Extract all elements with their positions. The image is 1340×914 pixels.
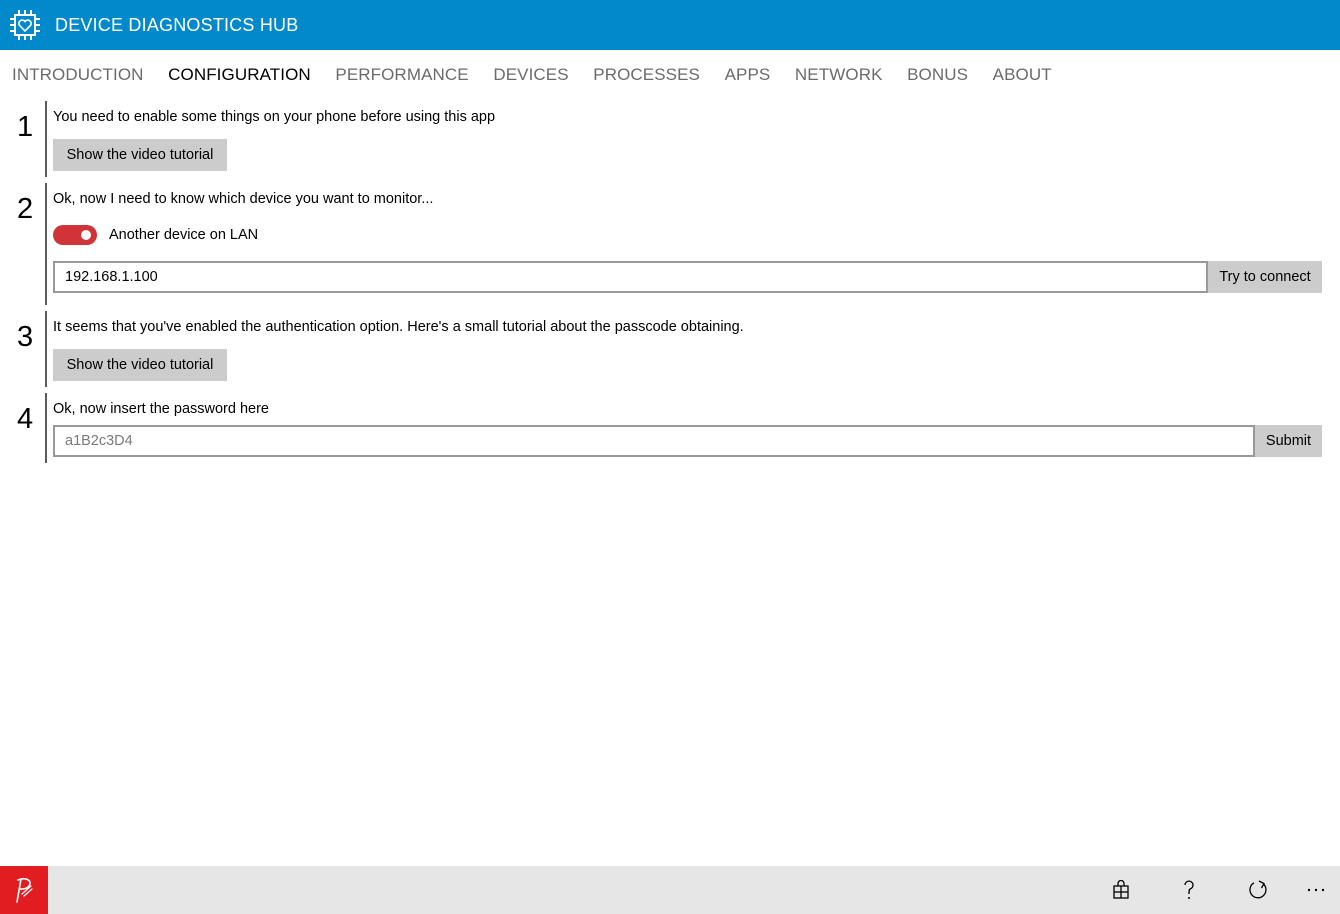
toggle-label: Another device on LAN (109, 227, 259, 243)
lan-device-toggle[interactable] (53, 225, 97, 245)
step-divider (45, 101, 47, 177)
tab-apps[interactable]: APPS (725, 65, 771, 85)
step-divider (45, 393, 47, 463)
step-instruction: Ok, now I need to know which device you … (53, 191, 434, 207)
step-number: 2 (17, 193, 34, 225)
step-4: 4 Ok, now insert the password here a1B2c… (0, 393, 1340, 463)
brand-logo-icon (0, 866, 48, 914)
step-instruction: Ok, now insert the password here (53, 401, 269, 417)
toggle-knob (81, 230, 91, 240)
submit-button[interactable]: Submit (1255, 425, 1322, 457)
tab-bonus[interactable]: BONUS (907, 65, 968, 85)
tab-about[interactable]: ABOUT (993, 65, 1052, 85)
app-title: DEVICE DIAGNOSTICS HUB (55, 14, 299, 35)
ip-address-value: 192.168.1.100 (65, 269, 158, 285)
ip-address-input[interactable]: 192.168.1.100 (53, 261, 1208, 293)
main-nav: INTRODUCTION CONFIGURATION PERFORMANCE D… (0, 50, 1340, 100)
step-number: 4 (17, 403, 34, 435)
chip-heart-icon (8, 8, 42, 42)
step-number: 1 (17, 111, 34, 143)
step-1: 1 You need to enable some things on your… (0, 101, 1340, 177)
step-divider (45, 311, 47, 387)
step-3: 3 It seems that you've enabled the authe… (0, 311, 1340, 387)
step-instruction: It seems that you've enabled the authent… (53, 319, 744, 335)
title-bar: DEVICE DIAGNOSTICS HUB (0, 0, 1340, 50)
tab-devices[interactable]: DEVICES (493, 65, 568, 85)
show-video-tutorial-button[interactable]: Show the video tutorial (53, 139, 227, 171)
help-icon[interactable] (1165, 866, 1213, 914)
refresh-icon[interactable] (1234, 866, 1282, 914)
store-icon[interactable] (1097, 866, 1145, 914)
try-to-connect-button[interactable]: Try to connect (1208, 261, 1322, 293)
password-placeholder: a1B2c3D4 (65, 433, 133, 449)
password-input[interactable]: a1B2c3D4 (53, 425, 1255, 457)
tab-performance[interactable]: PERFORMANCE (335, 65, 468, 85)
tab-configuration[interactable]: CONFIGURATION (168, 65, 311, 85)
more-icon[interactable] (1292, 866, 1340, 914)
step-divider (45, 183, 47, 305)
step-2: 2 Ok, now I need to know which device yo… (0, 183, 1340, 305)
tab-introduction[interactable]: INTRODUCTION (12, 65, 144, 85)
tab-processes[interactable]: PROCESSES (593, 65, 700, 85)
step-number: 3 (17, 321, 34, 353)
bottom-app-bar (0, 866, 1340, 914)
step-instruction: You need to enable some things on your p… (53, 109, 496, 125)
show-video-tutorial-button[interactable]: Show the video tutorial (53, 349, 227, 381)
tab-network[interactable]: NETWORK (795, 65, 883, 85)
